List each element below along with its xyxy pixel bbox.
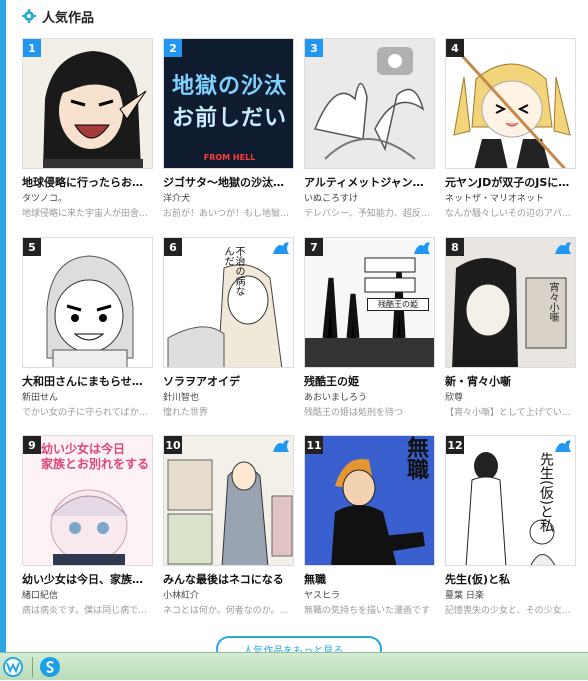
hot-badge-icon (555, 242, 571, 254)
work-author[interactable]: 新田せん (22, 390, 153, 403)
cover-art (313, 47, 425, 160)
work-description: お前が！あいつが！もし地獄… (163, 209, 290, 219)
work-thumbnail[interactable]: 8 宵々小噺 (445, 237, 576, 368)
work-title[interactable]: みんな最後はネコになる (163, 571, 294, 587)
hot-badge-icon (555, 440, 571, 452)
cover-text: 幼い少女は今日 家族とお別れをする (41, 442, 150, 471)
taskbar-separator (32, 657, 33, 677)
work-thumbnail[interactable]: 7 残酷王の姫 (304, 237, 435, 368)
work-description: なんか騒々しいその辺のアパ… (445, 209, 571, 219)
rank-badge: 4 (446, 39, 464, 57)
work-author[interactable]: 針川智也 (163, 390, 294, 403)
hot-badge-icon (414, 242, 430, 254)
work-thumbnail[interactable]: 1 (22, 38, 153, 169)
rank-badge: 7 (305, 238, 323, 256)
rank-badge: 10 (164, 436, 182, 454)
work-description: テレパシー、予知能力、超反… (304, 209, 430, 219)
work-title[interactable]: 地球侵略に行ったらお… (22, 174, 153, 190)
work-title[interactable]: ソラヲアオイデ (163, 373, 294, 389)
cover-text: 無職 (403, 436, 428, 480)
work-description: 無職の気持ちを描いた漫画です (304, 606, 431, 616)
work-description: 憧れた世界 (163, 408, 209, 418)
work-author[interactable]: タツノコ。 (22, 191, 153, 204)
rank-badge: 6 (164, 238, 182, 256)
rank-badge: 1 (23, 39, 41, 57)
work-description: ネコとは何か。何者なのか。… (163, 606, 289, 616)
rank-badge: 11 (305, 436, 323, 454)
speech-bubble: 不治の病なんだ (222, 246, 244, 296)
work-title[interactable]: 残酷王の姫 (304, 373, 435, 389)
work-description: 残酷王の姫は処刑を待つ (304, 408, 404, 418)
cover-subtitle: FROM HELL (203, 153, 256, 162)
work-author[interactable]: あおいましろう (304, 390, 435, 403)
work-author[interactable]: ヤスヒラ (304, 588, 435, 601)
work-title[interactable]: ジゴサタ〜地獄の沙汰… (163, 174, 294, 190)
cover-text: 先生(仮)と私 (538, 452, 554, 533)
speech-bubble: 残酷王の姫 (367, 298, 429, 311)
work-title[interactable]: 新・宵々小噺 (445, 373, 576, 389)
work-title[interactable]: アルティメットジャン… (304, 174, 435, 190)
work-thumbnail[interactable]: 10 (163, 435, 294, 566)
work-description: 【宵々小噺】として上げてい… (445, 408, 571, 418)
work-description: 地球侵略に来た宇宙人が田舎… (22, 209, 149, 219)
work-description: 病は病炎です。僕は同じ病で… (22, 606, 148, 616)
work-title[interactable]: 大和田さんにまもらせ… (22, 373, 153, 389)
work-author[interactable]: 欣尊 (445, 390, 576, 403)
work-author[interactable]: 蔓葉 日楽 (445, 588, 576, 601)
work-thumbnail[interactable]: 11 無職 (304, 435, 435, 566)
work-title[interactable]: 無職 (304, 571, 435, 587)
rank-badge: 12 (446, 436, 464, 454)
left-accent-stripe (0, 0, 6, 652)
rank-badge: 5 (23, 238, 41, 256)
cover-art (453, 47, 571, 168)
work-thumbnail[interactable]: 3 (304, 38, 435, 169)
rank-badge: 9 (23, 436, 41, 454)
work-author[interactable]: 小林紅介 (163, 588, 294, 601)
rank-badge: 2 (164, 39, 182, 57)
work-author[interactable]: ネットザ・マリオネット (445, 191, 576, 204)
work-description: でかい女の子に守られてばか… (22, 408, 148, 418)
work-author[interactable]: いぬころすけ (304, 191, 435, 204)
work-title[interactable]: 幼い少女は今日、家族… (22, 571, 153, 587)
cover-art (167, 459, 293, 565)
work-title[interactable]: 先生(仮)と私 (445, 571, 576, 587)
cover-art (43, 51, 147, 168)
hot-badge-icon (273, 440, 289, 452)
taskbar (0, 652, 588, 680)
w-glyph-icon (6, 662, 20, 674)
section-gear-icon (22, 9, 36, 23)
cover-text: 宵々小噺 (547, 282, 558, 322)
skype-icon[interactable] (40, 657, 60, 677)
skype-glyph-icon (46, 661, 54, 673)
hot-badge-icon (273, 242, 289, 254)
w-icon[interactable] (3, 657, 23, 677)
work-thumbnail[interactable]: 2 地獄の沙汰 お前しだい FROM HELL (163, 38, 294, 169)
work-thumbnail[interactable]: 12 先生(仮)と私 (445, 435, 576, 566)
work-thumbnail[interactable]: 5 (22, 237, 153, 368)
cover-art (465, 452, 556, 565)
work-thumbnail[interactable]: 6 不治の病なんだ (163, 237, 294, 368)
section-header: 人気作品 (22, 6, 94, 26)
section-title: 人気作品 (42, 10, 95, 26)
cover-text: 地獄の沙汰 お前しだい (172, 74, 288, 131)
cover-art (46, 255, 134, 367)
rank-badge: 3 (305, 39, 323, 57)
rank-badge: 8 (446, 238, 464, 256)
work-author[interactable]: 緒口紀信 (22, 588, 153, 601)
work-thumbnail[interactable]: 9 幼い少女は今日 家族とお別れをする (22, 435, 153, 566)
work-title[interactable]: 元ヤンJDが双子のJSに… (445, 174, 576, 190)
work-thumbnail[interactable]: 4 (445, 38, 576, 169)
work-description: 記憶喪失の少女と、その少女… (445, 606, 571, 616)
work-author[interactable]: 洋介犬 (163, 191, 294, 204)
